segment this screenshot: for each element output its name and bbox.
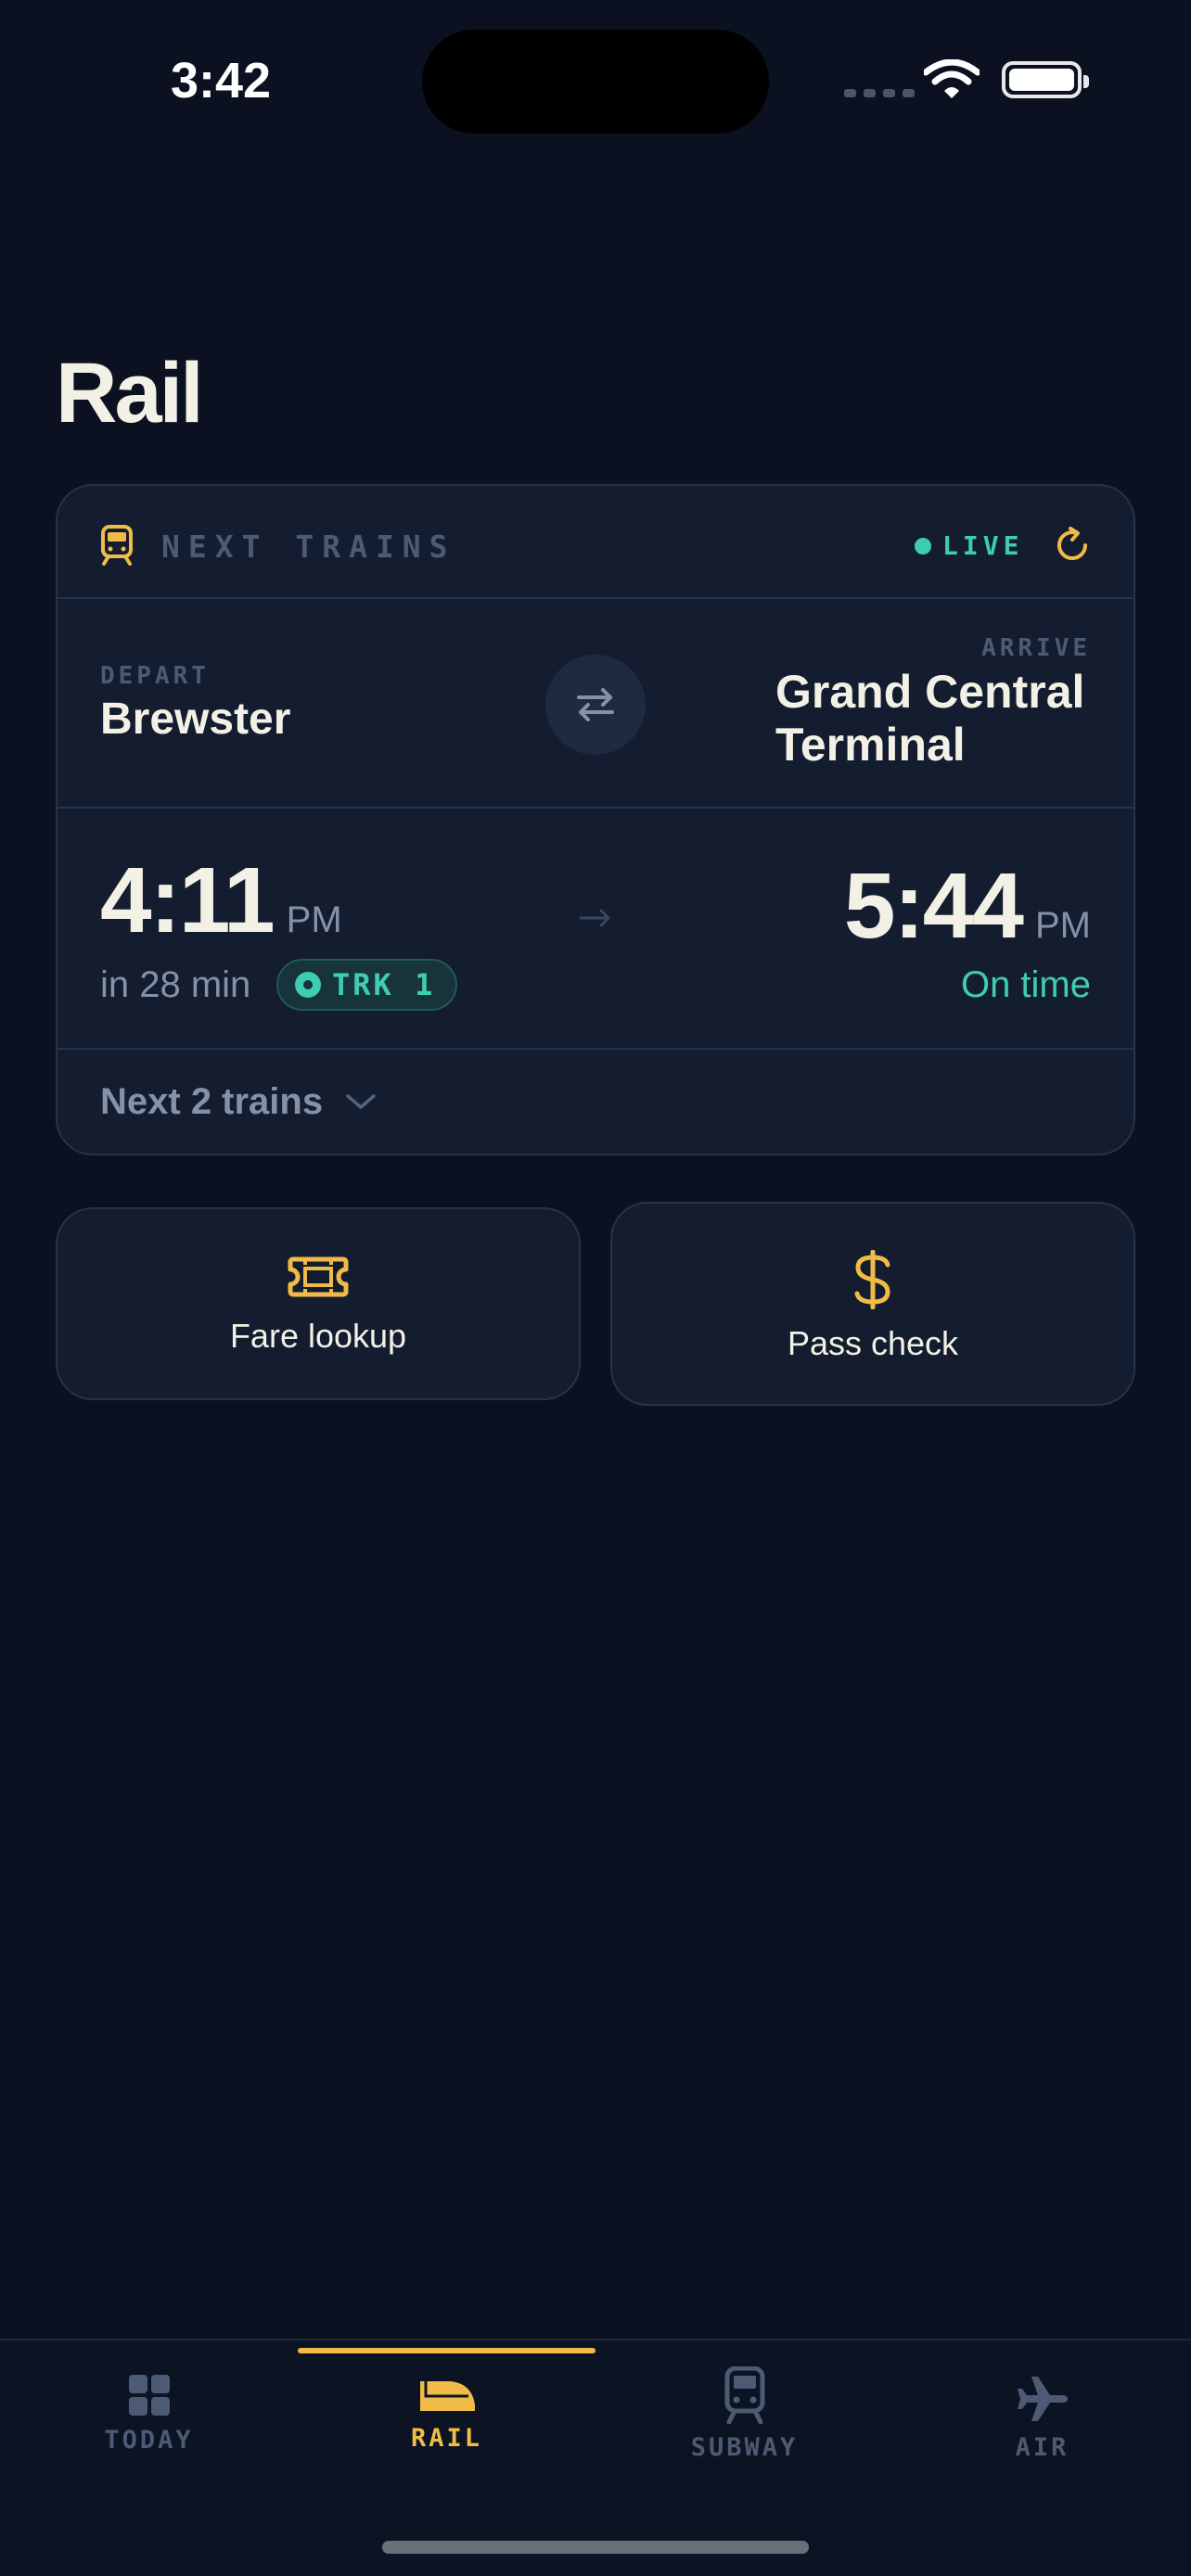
tab-air-label: AIR xyxy=(1015,2433,1069,2462)
active-tab-indicator xyxy=(298,2348,596,2353)
fare-lookup-label: Fare lookup xyxy=(229,1317,407,1355)
fare-lookup-button[interactable]: Fare lookup xyxy=(56,1207,581,1400)
swap-stations-button[interactable] xyxy=(545,655,646,755)
next-trains-toggle[interactable]: Next 2 trains xyxy=(58,1050,1133,1154)
battery-icon xyxy=(1002,61,1089,98)
next-trains-card: NEXT TRAINS LIVE DEPART Brewster ARRIVE … xyxy=(56,484,1135,1155)
departure-time: 4:11 xyxy=(100,848,275,952)
cellular-signal-icon xyxy=(844,89,915,97)
departure-time-group: 4:11 PM xyxy=(100,848,342,954)
route-section: DEPART Brewster ARRIVE Grand Central Ter… xyxy=(58,599,1133,809)
arrival-time-group: 5:44 PM xyxy=(844,853,1091,960)
arrival-time: 5:44 xyxy=(843,854,1024,958)
tab-subway[interactable]: SUBWAY xyxy=(596,2366,893,2462)
next-trains-label: Next 2 trains xyxy=(100,1080,324,1122)
arrive-label: ARRIVE xyxy=(981,634,1091,662)
refresh-icon[interactable] xyxy=(1052,525,1093,566)
pass-check-label: Pass check xyxy=(787,1324,959,1362)
wifi-icon xyxy=(924,59,980,98)
dynamic-island xyxy=(422,30,769,134)
plane-icon xyxy=(1017,2377,1068,2421)
departure-eta: in 28 min xyxy=(100,964,251,1005)
card-heading: NEXT TRAINS xyxy=(161,529,456,565)
grid-icon xyxy=(128,2375,170,2416)
departure-ampm: PM xyxy=(286,899,342,940)
chevron-down-icon xyxy=(346,1094,376,1109)
track-label: TRK 1 xyxy=(332,967,436,1002)
train-status: On time xyxy=(960,964,1091,1005)
page-title: Rail xyxy=(56,346,204,440)
track-badge: TRK 1 xyxy=(276,959,458,1011)
live-badge: LIVE xyxy=(915,530,1023,561)
status-time: 3:42 xyxy=(171,53,272,108)
ticket-icon xyxy=(288,1256,349,1297)
tab-today-label: TODAY xyxy=(104,2426,194,2455)
arrival-ampm: PM xyxy=(1035,905,1091,946)
tab-today[interactable]: TODAY xyxy=(0,2374,298,2455)
train-times: 4:11 PM in 28 min TRK 1 5:44 PM On time xyxy=(58,809,1133,1050)
depart-station[interactable]: Brewster xyxy=(100,694,290,745)
live-dot-icon xyxy=(915,537,931,555)
card-header: NEXT TRAINS LIVE xyxy=(58,486,1133,599)
swap-icon xyxy=(577,688,614,721)
tab-subway-label: SUBWAY xyxy=(690,2433,799,2462)
tab-rail[interactable]: RAIL xyxy=(298,2378,596,2453)
tab-air[interactable]: AIR xyxy=(893,2374,1191,2462)
tab-rail-label: RAIL xyxy=(410,2424,483,2453)
pass-check-button[interactable]: Pass check xyxy=(610,1202,1135,1406)
depart-label: DEPART xyxy=(100,662,210,690)
dollar-icon xyxy=(854,1250,890,1309)
rail-icon xyxy=(419,2381,475,2411)
home-indicator[interactable] xyxy=(382,2541,809,2554)
train-icon xyxy=(101,525,133,566)
arrive-station[interactable]: Grand Central Terminal xyxy=(775,666,1091,772)
arrow-right-icon xyxy=(579,909,610,927)
track-icon xyxy=(295,972,321,998)
live-label: LIVE xyxy=(942,530,1024,561)
subway-icon xyxy=(724,2366,764,2424)
